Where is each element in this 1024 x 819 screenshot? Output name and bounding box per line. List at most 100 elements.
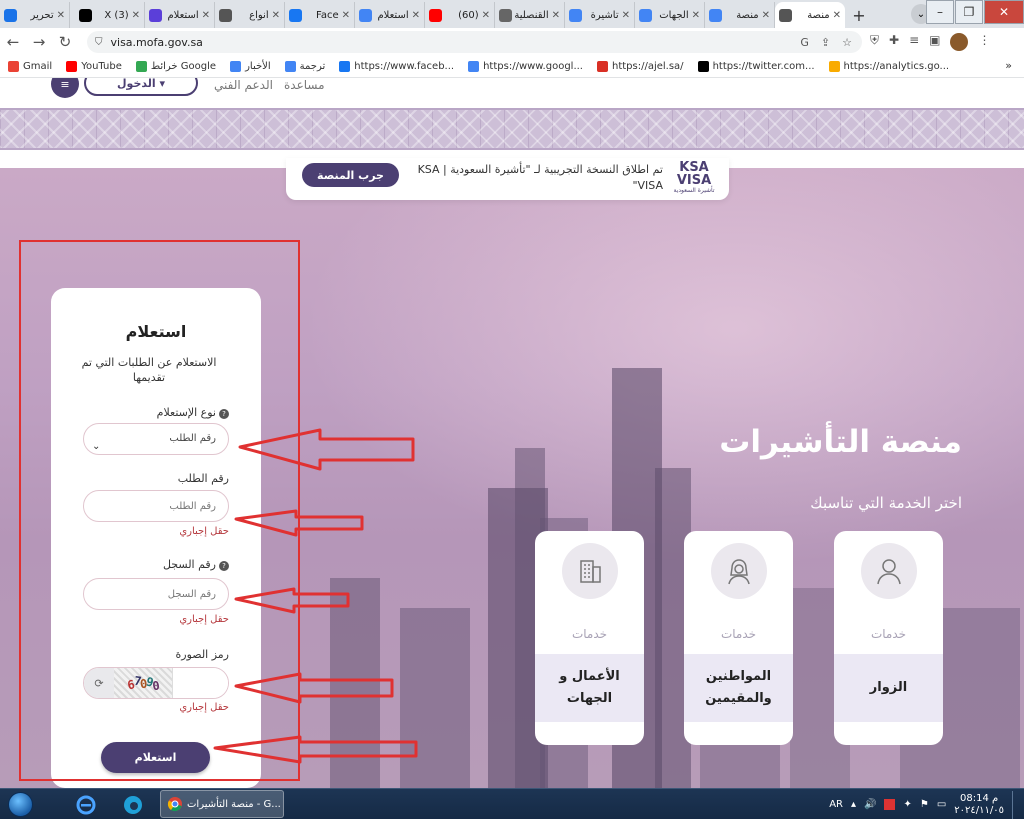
maximize-button[interactable]: ❐ [955,0,983,24]
bookmark-label: https://ajel.sa/ [611,61,684,72]
browser-tab[interactable]: القنصلية ✕ [495,2,565,28]
edge-icon[interactable] [115,792,151,817]
tab-strip: تحرير ✕ X (3) ✕ استعلام ✕ أنواع ✕ Face ✕ استعلام ✕(… [0,0,1024,28]
x-icon [79,8,92,22]
page-viewport: ≡ الدخول ▾ الدعم الفني مساعدة KSA VISA ت… [0,78,1024,788]
close-tab-icon[interactable]: ✕ [202,10,210,21]
taskbar-chrome-window[interactable]: منصة التأشيرات - G... [160,790,284,818]
close-tab-icon[interactable]: ✕ [57,10,65,21]
extensions-icon[interactable]: ✚ [889,33,899,51]
google-icon [639,8,652,22]
browser-tab[interactable]: الجهات ✕ [635,2,705,28]
network-icon[interactable]: ✦ [903,799,911,810]
close-tab-icon[interactable]: ✕ [692,10,700,21]
address-bar[interactable]: ⛉ visa.mofa.gov.sa G ⇪ ☆ [87,31,862,53]
browser-tab[interactable]: أنواع ✕ [215,2,285,28]
new-tab-button[interactable]: + [849,5,869,25]
reading-list-icon[interactable]: ≡ [909,33,919,51]
site-info-icon[interactable]: ⛉ [95,37,103,48]
browser-tab[interactable]: منصة ✕ [775,2,845,28]
bookmark-item[interactable]: https://www.faceb... [339,61,454,72]
annotation-arrow [238,428,415,471]
internet-explorer-icon[interactable] [68,792,104,817]
ajel-icon [596,61,608,72]
browser-menu-icon[interactable]: ⋮ [978,33,990,51]
browser-tab[interactable]: استعلام ✕ [145,2,215,28]
browser-tab[interactable]: استعلام ✕ [355,2,425,28]
bookmark-item[interactable]: https://analytics.go... [828,61,949,72]
url-text: visa.mofa.gov.sa [110,35,203,49]
close-tab-icon[interactable]: ✕ [622,10,630,21]
tab-title: منصة [736,9,759,21]
bookmark-item[interactable]: Gmail [8,61,52,72]
close-window-button[interactable]: ✕ [984,0,1024,24]
tab-title: Face [315,9,339,21]
tray-expand-icon[interactable]: ▴ [851,799,856,810]
close-tab-icon[interactable]: ✕ [762,10,770,21]
annotation-arrow [234,509,364,537]
display-icon[interactable]: ▭ [937,799,946,810]
google-icon [709,8,722,22]
chrome-icon [167,797,182,812]
show-desktop-button[interactable] [1012,790,1018,819]
bookmark-item[interactable]: YouTube [66,61,122,72]
news-icon [230,61,242,72]
close-tab-icon[interactable]: ✕ [342,10,350,21]
bookmark-item[interactable]: الأخبار [230,61,271,72]
tab-title: X (3) [104,9,129,21]
browser-tab[interactable]: تأشيرة ✕ [565,2,635,28]
system-tray: AR ▴ 🔊 ✦ ⚑ ▭ 08:14 م ٢٠٢٤/١١/٠٥ [829,789,1018,819]
close-tab-icon[interactable]: ✕ [482,10,490,21]
back-button[interactable]: ← [0,33,26,51]
volume-icon[interactable]: 🔊 [864,799,876,810]
profile-avatar[interactable] [950,33,969,51]
bookmark-item[interactable]: خرائط Google [135,61,217,72]
tab-title: القنصلية [515,9,549,21]
analytics-icon [828,61,840,72]
bookmark-label: خرائط Google [150,61,217,72]
browser-tab[interactable]: تحرير ✕ [0,2,70,28]
bookmark-label: https://www.faceb... [354,61,455,72]
seal-icon [779,8,792,22]
flag-icon[interactable]: ⚑ [920,799,929,810]
window-controls: – ❐ ✕ [925,0,1024,26]
bookmark-item[interactable]: https://ajel.sa/ [596,61,684,72]
close-tab-icon[interactable]: ✕ [412,10,420,21]
tab-title: الجهات [659,9,689,21]
browser-tab[interactable]: X (3) ✕ [75,2,145,28]
translate-icon [284,61,296,72]
browser-tab[interactable]: (60) ✕ [425,2,495,28]
close-tab-icon[interactable]: ✕ [132,10,140,21]
bookmark-item[interactable]: ترجمة [284,61,325,72]
close-tab-icon[interactable]: ✕ [272,10,280,21]
side-panel-icon[interactable]: ▣ [929,33,940,51]
shield-extension-icon[interactable]: ⛨ [870,33,879,51]
bookmark-star-icon[interactable]: ☆ [842,36,852,49]
bookmark-item[interactable]: https://www.googl... [468,61,583,72]
start-button[interactable] [4,791,36,818]
forward-button[interactable]: → [26,33,52,51]
tab-title: استعلام [167,9,199,21]
tab-title: استعلام [377,9,409,21]
bookmark-label: https://www.googl... [483,61,583,72]
bookmarks-overflow-icon[interactable]: » [1005,59,1012,72]
minimize-button[interactable]: – [926,0,954,24]
facebook-icon [339,61,351,72]
share-icon[interactable]: ⇪ [821,36,830,49]
circle-icon [149,8,162,22]
reload-button[interactable]: ↻ [52,33,78,51]
google-icon [468,61,480,72]
google-icon [359,8,372,22]
google-lens-icon[interactable]: G [800,36,809,49]
seal-icon [219,8,232,22]
browser-tab[interactable]: Face ✕ [285,2,355,28]
security-tray-icon[interactable] [884,799,896,810]
x-icon [697,61,709,72]
language-indicator[interactable]: AR [829,799,843,810]
clock[interactable]: 08:14 م ٢٠٢٤/١١/٠٥ [954,793,1004,817]
bookmark-item[interactable]: https://twitter.com... [697,61,815,72]
close-tab-icon[interactable]: ✕ [833,10,841,21]
browser-tab[interactable]: منصة ✕ [705,2,775,28]
close-tab-icon[interactable]: ✕ [552,10,560,21]
youtube-icon [429,8,442,22]
